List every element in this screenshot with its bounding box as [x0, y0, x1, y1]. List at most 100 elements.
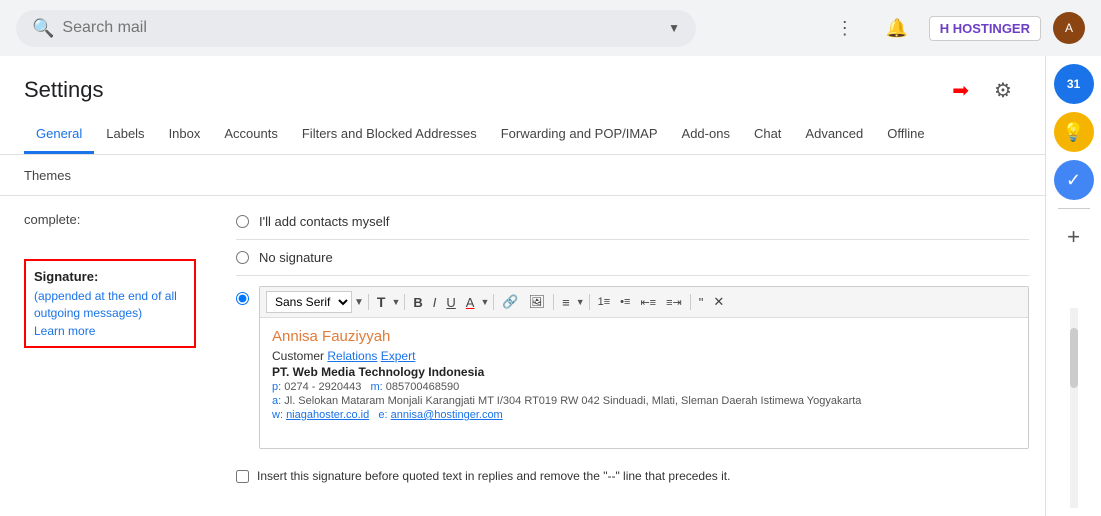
sig-phone-label: p:: [272, 381, 281, 393]
font-color-button[interactable]: A: [462, 293, 479, 312]
insert-sig-checkbox[interactable]: [236, 470, 249, 483]
sig-mobile-label: m:: [371, 381, 383, 393]
ordered-list-button[interactable]: 1≡: [594, 294, 615, 310]
sig-job-title: Customer: [272, 349, 324, 363]
radio-custom-signature[interactable]: [236, 292, 249, 305]
sig-email-link[interactable]: annisa@hostinger.com: [391, 409, 503, 421]
sidebar-divider: [1058, 208, 1090, 209]
indent-left-button[interactable]: ⇤≡: [636, 294, 660, 311]
bulb-icon[interactable]: 💡: [1054, 112, 1094, 152]
link-button[interactable]: 🔗: [498, 292, 522, 312]
plus-icon: +: [1067, 224, 1080, 250]
bold-button[interactable]: B: [409, 293, 426, 312]
tab-advanced[interactable]: Advanced: [793, 116, 875, 154]
font-size-chevron: ▼: [391, 297, 400, 307]
sig-email-label: e:: [378, 409, 387, 421]
image-button[interactable]: 🖼: [525, 292, 550, 312]
hostinger-logo: H HOSTINGER: [940, 21, 1030, 36]
tab-labels[interactable]: Labels: [94, 116, 156, 154]
apps-button[interactable]: ⋮: [825, 8, 865, 48]
bullet-list-button[interactable]: •≡: [616, 294, 634, 310]
insert-signature-row: Insert this signature before quoted text…: [236, 459, 1029, 493]
italic-button[interactable]: I: [429, 293, 441, 312]
sig-address-label: a:: [272, 395, 281, 407]
calendar-icon[interactable]: 31: [1054, 64, 1094, 104]
page-title: Settings: [24, 77, 104, 103]
radio-contacts-label: I'll add contacts myself: [259, 214, 389, 229]
underline-button[interactable]: U: [442, 293, 459, 312]
radio-option-contacts: I'll add contacts myself: [236, 204, 1029, 240]
tab-general[interactable]: General: [24, 116, 94, 154]
signature-description: (appended at the end of all outgoing mes…: [34, 288, 186, 322]
complete-label: complete:: [24, 212, 196, 227]
sig-address: a: Jl. Selokan Mataram Monjali Karangjat…: [272, 395, 1016, 407]
radio-contacts[interactable]: [236, 215, 249, 228]
tab-inbox[interactable]: Inbox: [157, 116, 213, 154]
search-input[interactable]: [62, 19, 660, 37]
scroll-track: [1070, 308, 1078, 508]
sig-expert-link[interactable]: Expert: [381, 349, 416, 363]
indent-right-button[interactable]: ≡⇥: [662, 294, 686, 311]
search-bar: 🔍 ▼: [16, 10, 696, 47]
avatar[interactable]: A: [1053, 12, 1085, 44]
themes-row: Themes: [0, 155, 1045, 196]
sig-phone: 0274 - 2920443: [284, 381, 361, 393]
scroll-thumb[interactable]: [1070, 328, 1078, 388]
tab-accounts[interactable]: Accounts: [212, 116, 289, 154]
add-sidebar-button[interactable]: +: [1054, 217, 1094, 257]
align-button[interactable]: ≡: [558, 293, 574, 312]
quote-button[interactable]: ": [695, 293, 708, 312]
sig-company: PT. Web Media Technology Indonesia: [272, 365, 1016, 379]
tab-filters[interactable]: Filters and Blocked Addresses: [290, 116, 489, 154]
main-container: Settings ➡ ⚙ General Labels Inbox Accoun…: [0, 56, 1101, 516]
chevron-down-icon: ▼: [354, 297, 364, 308]
signature-label-box: Signature: (appended at the end of all o…: [24, 259, 196, 348]
radio-no-signature[interactable]: [236, 251, 249, 264]
hostinger-button[interactable]: H HOSTINGER: [929, 16, 1041, 41]
font-size-button[interactable]: T: [373, 292, 390, 312]
sig-web-url[interactable]: niagahoster.co.id: [286, 409, 369, 421]
avatar-initial: A: [1065, 21, 1073, 35]
sig-relations-link[interactable]: Relations: [327, 349, 377, 363]
sig-web: w: niagahoster.co.id e: annisa@hostinger…: [272, 409, 1016, 421]
tab-chat[interactable]: Chat: [742, 116, 793, 154]
radio-no-signature-label: No signature: [259, 250, 333, 265]
editor-toolbar: Sans Serif ▼ T ▼ B I U A ▼: [260, 287, 1028, 318]
tasks-symbol: ✓: [1066, 170, 1081, 191]
settings-content: complete: Signature: (appended at the en…: [0, 196, 1045, 509]
top-bar: 🔍 ▼ ⋮ 🔔 H HOSTINGER A: [0, 0, 1101, 56]
notifications-button[interactable]: 🔔: [877, 8, 917, 48]
sig-web-label: w:: [272, 409, 283, 421]
top-bar-right: ⋮ 🔔 H HOSTINGER A: [825, 8, 1085, 48]
toolbar-sep-5: [589, 294, 590, 310]
toolbar-sep-4: [553, 294, 554, 310]
font-select[interactable]: Sans Serif: [266, 291, 352, 313]
content-area: Settings ➡ ⚙ General Labels Inbox Accoun…: [0, 56, 1045, 516]
tab-offline[interactable]: Offline: [875, 116, 936, 154]
gear-button[interactable]: ⚙: [985, 72, 1021, 108]
toolbar-sep-2: [404, 294, 405, 310]
toolbar-sep-1: [368, 294, 369, 310]
sig-title: Customer Relations Expert: [272, 349, 1016, 363]
learn-more-link[interactable]: Learn more: [34, 324, 95, 338]
settings-gear-area: ➡ ⚙: [952, 72, 1021, 108]
nav-tabs: General Labels Inbox Accounts Filters an…: [0, 116, 1045, 155]
toolbar-sep-6: [690, 294, 691, 310]
tasks-icon[interactable]: ✓: [1054, 160, 1094, 200]
red-arrow: ➡: [952, 78, 969, 103]
sig-name: Annisa Fauziyyah: [272, 328, 1016, 345]
bell-icon: 🔔: [885, 18, 907, 39]
tab-addons[interactable]: Add-ons: [670, 116, 742, 154]
clear-format-button[interactable]: ✕: [709, 292, 728, 312]
search-dropdown-icon[interactable]: ▼: [668, 21, 680, 35]
font-color-chevron: ▼: [480, 297, 489, 307]
tab-forwarding[interactable]: Forwarding and POP/IMAP: [489, 116, 670, 154]
search-icon: 🔍: [32, 18, 54, 39]
signature-editor: Sans Serif ▼ T ▼ B I U A ▼: [259, 286, 1029, 449]
editor-body[interactable]: Annisa Fauziyyah Customer Relations Expe…: [260, 318, 1028, 448]
themes-link[interactable]: Themes: [24, 168, 71, 183]
toolbar-sep-3: [493, 294, 494, 310]
bulb-symbol: 💡: [1062, 122, 1084, 143]
settings-header: Settings ➡ ⚙: [0, 56, 1045, 116]
align-chevron: ▼: [576, 297, 585, 307]
